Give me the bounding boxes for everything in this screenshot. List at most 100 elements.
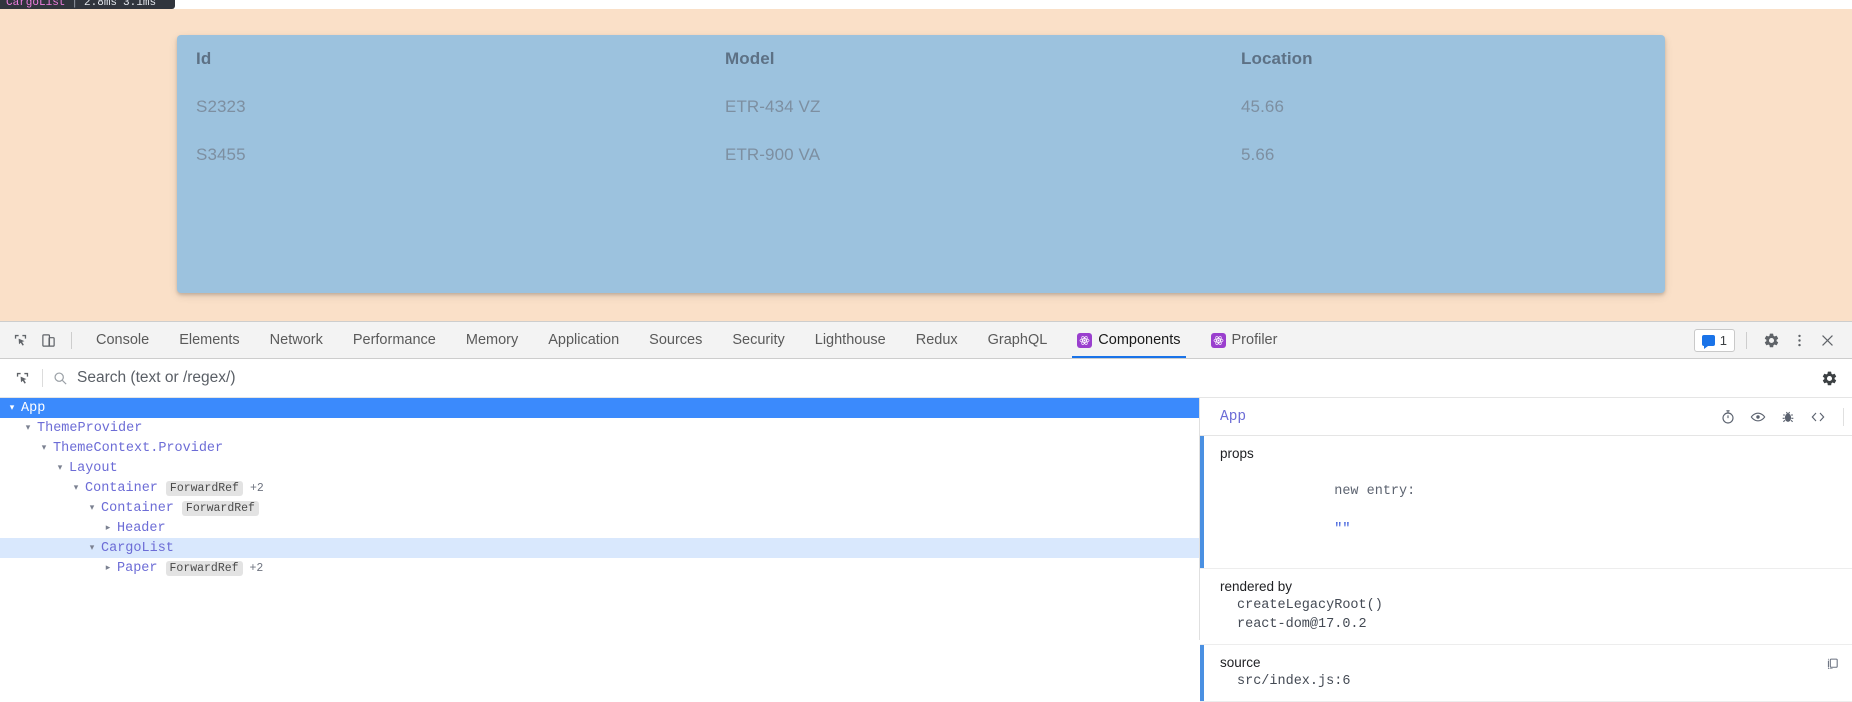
tree-item-label: Header xyxy=(117,520,166,536)
table-header-row: Id Model Location xyxy=(177,35,1722,83)
tab-memory[interactable]: Memory xyxy=(451,322,533,358)
tree-item-container-outer[interactable]: Container ForwardRef +2 xyxy=(0,478,1199,498)
tree-item-app[interactable]: App xyxy=(0,398,1199,418)
chevron-down-icon[interactable] xyxy=(6,404,18,413)
tree-item-label: ThemeProvider xyxy=(37,420,143,436)
more-options-icon[interactable] xyxy=(1786,327,1812,353)
chevron-down-icon[interactable] xyxy=(38,444,50,453)
tab-label: Redux xyxy=(915,332,958,348)
tree-item-badge: ForwardRef xyxy=(165,480,243,496)
tab-network[interactable]: Network xyxy=(255,322,338,358)
cargo-table: Id Model Location S2323 ETR-434 VZ 45.66… xyxy=(177,35,1722,179)
tree-item-themeprovider[interactable]: ThemeProvider xyxy=(0,418,1199,438)
components-settings-cell xyxy=(1806,365,1852,391)
details-header: App xyxy=(1200,398,1852,436)
devtools-tabs: Console Elements Network Performance Mem… xyxy=(81,322,1292,358)
tab-label: Lighthouse xyxy=(814,332,886,348)
tab-label: Network xyxy=(269,332,323,348)
tab-application[interactable]: Application xyxy=(533,322,634,358)
device-toolbar-icon[interactable] xyxy=(34,327,62,353)
components-settings-gear-icon[interactable] xyxy=(1816,365,1842,391)
tree-item-label: CargoList xyxy=(101,540,174,556)
tab-label: GraphQL xyxy=(987,332,1048,348)
chevron-down-icon[interactable] xyxy=(86,544,98,553)
settings-gear-icon[interactable] xyxy=(1758,327,1784,353)
rendered-by-heading: rendered by xyxy=(1220,579,1293,594)
tab-sources[interactable]: Sources xyxy=(634,322,717,358)
tab-label: Elements xyxy=(179,332,240,348)
copy-source-icon[interactable] xyxy=(1825,656,1840,671)
tree-item-container-inner[interactable]: Container ForwardRef xyxy=(0,498,1199,518)
message-bubble-icon xyxy=(1701,334,1715,349)
cell-id: S3455 xyxy=(196,145,246,164)
component-tree[interactable]: App ThemeProvider ThemeContext.Provider … xyxy=(0,398,1200,640)
tooltip-separator: | xyxy=(71,0,79,9)
tab-elements[interactable]: Elements xyxy=(164,322,254,358)
cargo-list-paper: Id Model Location S2323 ETR-434 VZ 45.66… xyxy=(177,35,1665,293)
components-search-row xyxy=(0,359,1852,398)
search-icon xyxy=(53,371,68,386)
tab-lighthouse[interactable]: Lighthouse xyxy=(800,322,901,358)
tree-item-label: Layout xyxy=(69,460,118,476)
search-wrap xyxy=(53,369,1806,387)
tab-label: Console xyxy=(96,332,150,348)
source-path-row[interactable]: src/index.js:6 xyxy=(1220,672,1852,691)
tree-item-themecontext-provider[interactable]: ThemeContext.Provider xyxy=(0,438,1199,458)
prop-row[interactable]: new entry: "" xyxy=(1220,463,1852,558)
prop-value: "" xyxy=(1334,522,1351,537)
tab-console[interactable]: Console xyxy=(81,322,164,358)
details-divider xyxy=(1843,407,1844,426)
close-devtools-icon[interactable] xyxy=(1814,327,1840,353)
cell-model: ETR-434 VZ xyxy=(725,97,821,116)
chevron-right-icon[interactable] xyxy=(102,564,114,573)
toolbar-divider xyxy=(71,331,72,349)
tree-item-cargolist[interactable]: CargoList xyxy=(0,538,1199,558)
tree-item-paper[interactable]: Paper ForwardRef +2 xyxy=(0,558,1199,578)
source-path: src/index.js:6 xyxy=(1237,674,1351,689)
tab-label: Performance xyxy=(352,332,436,348)
tab-profiler[interactable]: Profiler xyxy=(1196,322,1293,358)
chevron-down-icon[interactable] xyxy=(70,484,82,493)
tab-components[interactable]: Components xyxy=(1062,322,1195,358)
tab-graphql[interactable]: GraphQL xyxy=(973,322,1063,358)
messages-badge[interactable]: 1 xyxy=(1693,328,1735,352)
tree-item-label: App xyxy=(21,400,46,416)
tooltip-component-name: CargoList xyxy=(6,0,66,9)
inspect-element-icon[interactable] xyxy=(6,327,34,353)
table-row: S3455 ETR-900 VA 5.66 xyxy=(177,131,1722,179)
tree-item-badge: ForwardRef xyxy=(181,500,259,516)
source-heading: source xyxy=(1220,655,1261,670)
tree-item-label: ThemeContext.Provider xyxy=(53,440,224,456)
bug-icon[interactable] xyxy=(1775,404,1801,430)
devtools-toolbar-right: 1 xyxy=(1693,327,1848,353)
select-component-icon[interactable] xyxy=(8,365,36,391)
tooltip-self-time: 2.8ms xyxy=(84,0,118,9)
timer-icon[interactable] xyxy=(1715,404,1741,430)
tab-performance[interactable]: Performance xyxy=(338,322,451,358)
table-row: S2323 ETR-434 VZ 45.66 xyxy=(177,83,1722,131)
tab-security[interactable]: Security xyxy=(717,322,799,358)
column-header-model: Model xyxy=(725,49,775,68)
rendered-by-line: createLegacyRoot() xyxy=(1237,598,1383,613)
components-body: App ThemeProvider ThemeContext.Provider … xyxy=(0,398,1852,702)
profiler-tooltip: CargoList | 2.8ms 3.1ms xyxy=(0,0,175,9)
react-logo-icon xyxy=(1210,332,1226,348)
search-input[interactable] xyxy=(77,369,1806,387)
chevron-right-icon[interactable] xyxy=(102,524,114,533)
tree-item-header[interactable]: Header xyxy=(0,518,1199,538)
message-count: 1 xyxy=(1719,332,1727,348)
cell-location: 45.66 xyxy=(1241,97,1285,116)
tree-item-badge: ForwardRef xyxy=(165,560,243,576)
chevron-down-icon[interactable] xyxy=(54,464,66,473)
chevron-down-icon[interactable] xyxy=(86,504,98,513)
tab-redux[interactable]: Redux xyxy=(901,322,973,358)
tree-item-layout[interactable]: Layout xyxy=(0,458,1199,478)
eye-icon[interactable] xyxy=(1745,404,1771,430)
chevron-down-icon[interactable] xyxy=(22,424,34,433)
code-brackets-icon[interactable] xyxy=(1805,404,1831,430)
props-section: props new entry: "" xyxy=(1200,436,1852,569)
prop-key: new entry: xyxy=(1334,484,1416,499)
tab-label: Security xyxy=(732,332,785,348)
toolbar-divider xyxy=(1746,331,1747,349)
react-logo-icon xyxy=(1077,332,1093,348)
